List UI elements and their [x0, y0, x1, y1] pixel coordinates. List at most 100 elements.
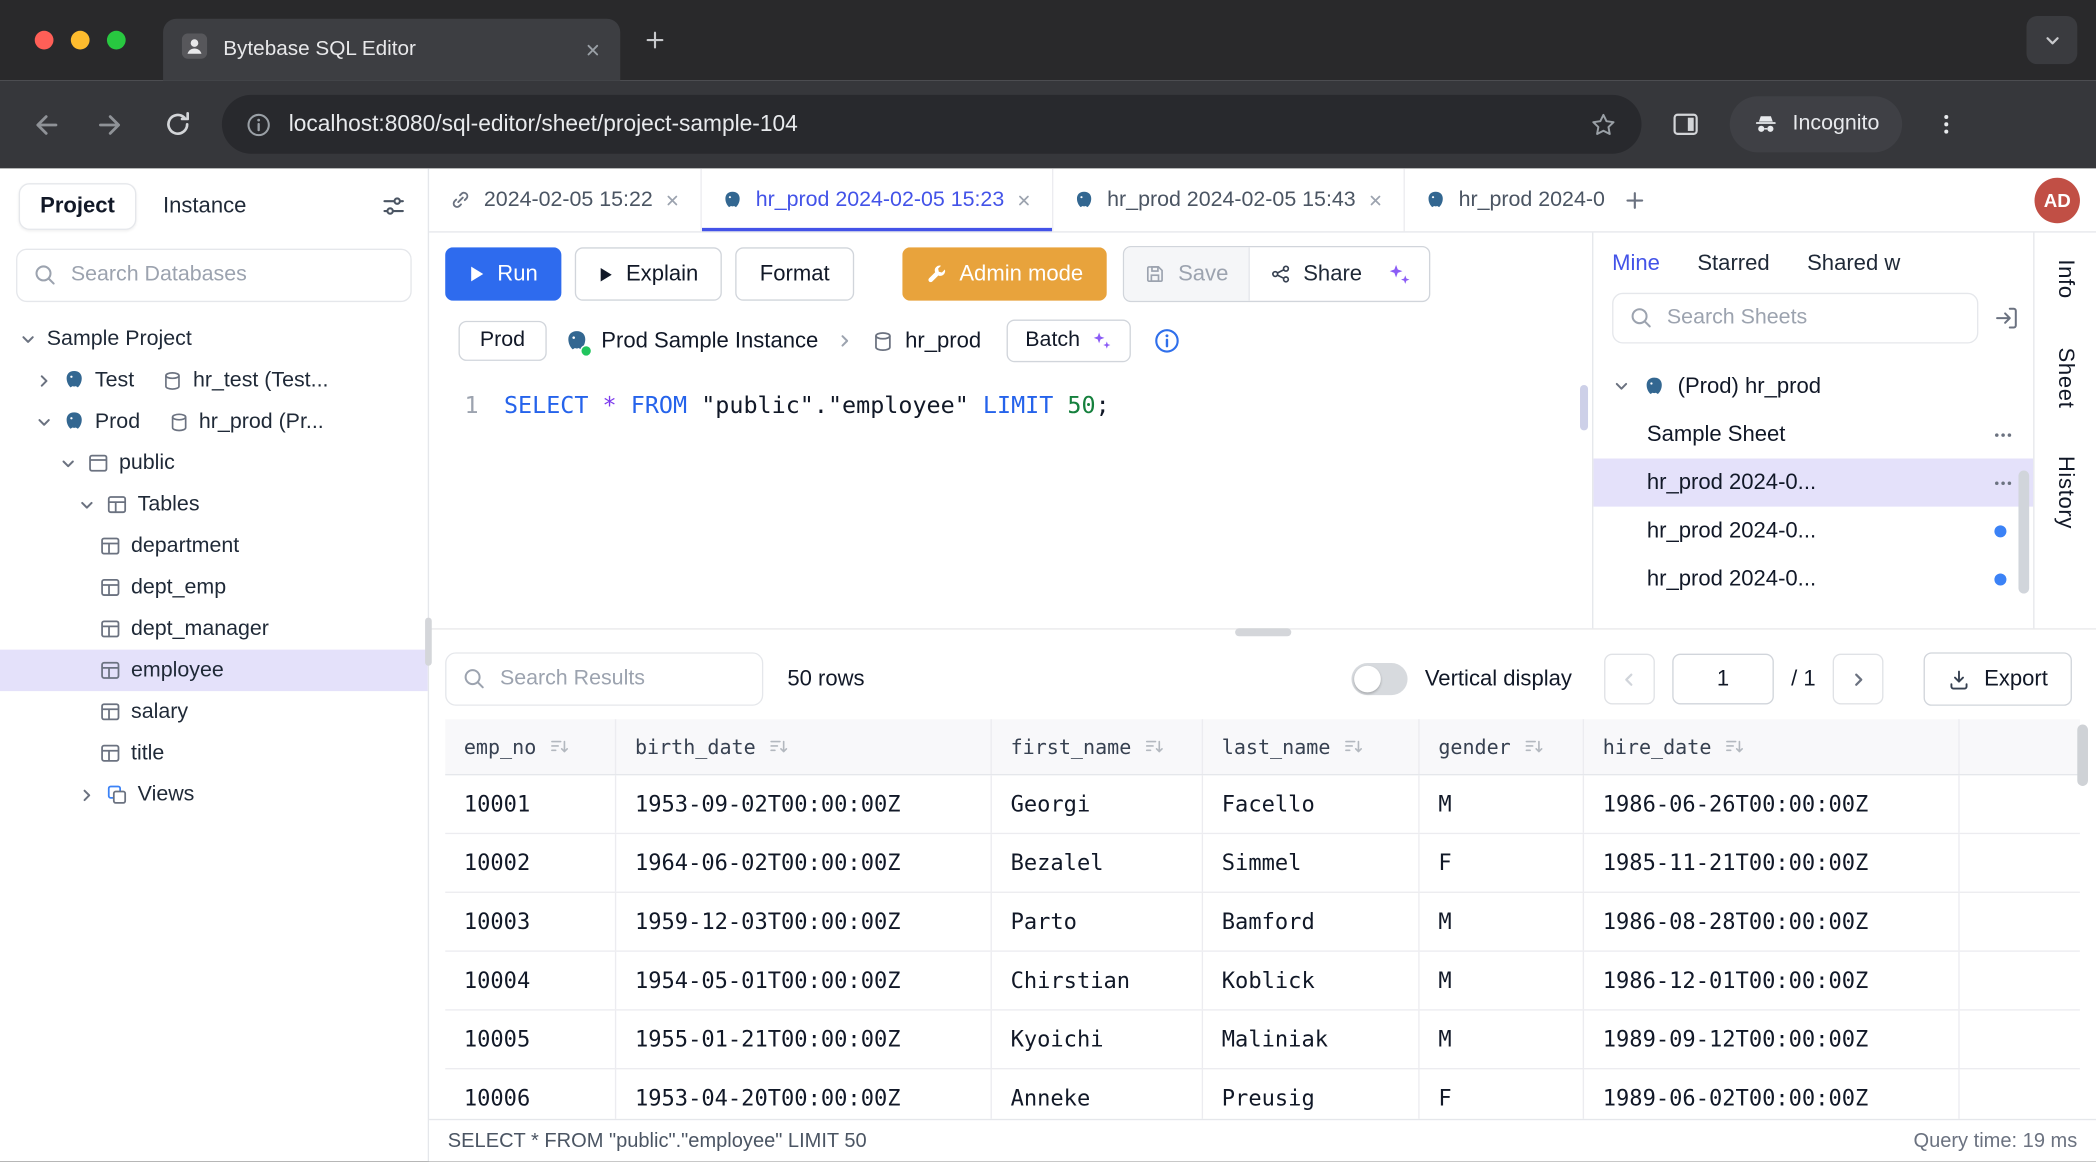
cell[interactable]: 1953-04-20T00:00:00Z: [616, 1069, 992, 1118]
collapse-panel-icon[interactable]: [1993, 305, 2020, 332]
prev-page-button[interactable]: [1604, 654, 1655, 705]
tab-info[interactable]: Info: [2053, 259, 2078, 298]
results-search-input[interactable]: [445, 652, 763, 705]
cell[interactable]: Parto: [992, 893, 1203, 950]
sheet-tab[interactable]: hr_prod 2024-0: [1405, 168, 1605, 231]
cell[interactable]: 1954-05-01T00:00:00Z: [616, 952, 992, 1009]
sql-editor[interactable]: 1 SELECT * FROM "public"."employee" LIMI…: [429, 380, 1592, 629]
database-search-input[interactable]: [16, 249, 412, 302]
close-sheet-tab-icon[interactable]: [665, 192, 681, 208]
column-header[interactable]: birth_date: [616, 719, 992, 774]
sheet-menu-icon[interactable]: [1992, 423, 2015, 446]
cell[interactable]: 1964-06-02T00:00:00Z: [616, 834, 992, 891]
caret-right-icon[interactable]: [78, 785, 97, 804]
close-sheet-tab-icon[interactable]: [1016, 192, 1032, 208]
tree-item-table[interactable]: dept_manager: [0, 608, 428, 649]
cell[interactable]: 1959-12-03T00:00:00Z: [616, 893, 992, 950]
browser-menu-icon[interactable]: [1923, 102, 1968, 147]
cell[interactable]: 10003: [445, 893, 616, 950]
caret-right-icon[interactable]: [35, 371, 54, 390]
page-input[interactable]: [1672, 654, 1774, 705]
cell[interactable]: M: [1420, 1011, 1584, 1068]
tab-sheet[interactable]: Sheet: [2053, 347, 2078, 408]
tree-item-table[interactable]: salary: [0, 691, 428, 732]
sheet-item[interactable]: hr_prod 2024-0...: [1593, 555, 2033, 603]
tab-project[interactable]: Project: [19, 183, 137, 230]
column-header[interactable]: first_name: [992, 719, 1203, 774]
close-tab-icon[interactable]: [584, 41, 601, 58]
tab-history[interactable]: History: [2053, 456, 2078, 529]
tree-item-tables-group[interactable]: Tables: [0, 484, 428, 525]
cell[interactable]: 10005: [445, 1011, 616, 1068]
new-sheet-button[interactable]: [1605, 168, 1664, 231]
cell[interactable]: 10004: [445, 952, 616, 1009]
tab-instance[interactable]: Instance: [163, 194, 246, 219]
cell[interactable]: Chirstian: [992, 952, 1203, 1009]
cell[interactable]: 10006: [445, 1069, 616, 1118]
cell[interactable]: Anneke: [992, 1069, 1203, 1118]
tab-mine[interactable]: Mine: [1612, 251, 1660, 276]
run-button[interactable]: Run: [445, 247, 562, 300]
bookmark-star-icon[interactable]: [1589, 110, 1617, 138]
tree-item-table[interactable]: title: [0, 733, 428, 774]
address-bar[interactable]: localhost:8080/sql-editor/sheet/project-…: [222, 95, 1642, 154]
column-header[interactable]: last_name: [1203, 719, 1420, 774]
cell[interactable]: Facello: [1203, 775, 1420, 832]
forward-button[interactable]: [88, 102, 133, 147]
tree-item-table-selected[interactable]: employee: [0, 650, 428, 691]
cell[interactable]: Bezalel: [992, 834, 1203, 891]
sheet-item-selected[interactable]: hr_prod 2024-0...: [1593, 459, 2033, 507]
cell[interactable]: 10001: [445, 775, 616, 832]
sheet-tab-active[interactable]: hr_prod 2024-02-05 15:23: [702, 168, 1053, 231]
cell[interactable]: Bamford: [1203, 893, 1420, 950]
cell[interactable]: 10002: [445, 834, 616, 891]
table-row[interactable]: 10001 1953-09-02T00:00:00Z Georgi Facell…: [445, 775, 2080, 834]
cell[interactable]: M: [1420, 893, 1584, 950]
filter-settings-icon[interactable]: [381, 194, 406, 219]
format-button[interactable]: Format: [736, 247, 854, 300]
back-button[interactable]: [21, 102, 66, 147]
browser-tab[interactable]: Bytebase SQL Editor: [163, 19, 620, 80]
caret-down-icon[interactable]: [35, 412, 54, 431]
sheets-scrollbar[interactable]: [2018, 471, 2029, 594]
sheet-item[interactable]: Sample Sheet: [1593, 410, 2033, 458]
column-header[interactable]: hire_date: [1584, 719, 1960, 774]
tree-item-instance-prod[interactable]: Prod hr_prod (Pr...: [0, 401, 428, 442]
cell[interactable]: M: [1420, 952, 1584, 1009]
tree-item-instance-test[interactable]: Test hr_test (Test...: [0, 360, 428, 401]
instance-selector[interactable]: Prod Sample Instance: [564, 328, 818, 353]
sheet-item[interactable]: hr_prod 2024-0...: [1593, 507, 2033, 555]
close-window-button[interactable]: [35, 31, 54, 50]
sidebar-resize-handle[interactable]: [425, 618, 432, 666]
save-button[interactable]: Save: [1125, 247, 1250, 300]
site-info-icon[interactable]: [246, 112, 271, 137]
table-row[interactable]: 10006 1953-04-20T00:00:00Z Anneke Preusi…: [445, 1069, 2080, 1118]
sheets-search-input[interactable]: [1612, 293, 1978, 344]
new-tab-button[interactable]: [628, 13, 681, 66]
cell[interactable]: F: [1420, 1069, 1584, 1118]
cell[interactable]: 1986-12-01T00:00:00Z: [1584, 952, 1960, 1009]
splitter-handle[interactable]: [1234, 628, 1290, 636]
results-splitter[interactable]: [429, 628, 2096, 639]
next-page-button[interactable]: [1833, 654, 1884, 705]
cell[interactable]: Simmel: [1203, 834, 1420, 891]
reload-button[interactable]: [155, 102, 200, 147]
results-scrollbar[interactable]: [2077, 725, 2088, 786]
table-row[interactable]: 10002 1964-06-02T00:00:00Z Bezalel Simme…: [445, 834, 2080, 893]
batch-button[interactable]: Batch: [1007, 319, 1131, 362]
sheet-tab[interactable]: 2024-02-05 15:22: [429, 168, 702, 231]
cell[interactable]: 1986-06-26T00:00:00Z: [1584, 775, 1960, 832]
cell[interactable]: Kyoichi: [992, 1011, 1203, 1068]
admin-mode-button[interactable]: Admin mode: [902, 247, 1107, 300]
side-panel-icon[interactable]: [1663, 102, 1708, 147]
cell[interactable]: 1986-08-28T00:00:00Z: [1584, 893, 1960, 950]
export-button[interactable]: Export: [1924, 652, 2072, 705]
minimize-window-button[interactable]: [71, 31, 90, 50]
tree-item-table[interactable]: dept_emp: [0, 567, 428, 608]
cell[interactable]: M: [1420, 775, 1584, 832]
cell[interactable]: 1985-11-21T00:00:00Z: [1584, 834, 1960, 891]
column-header[interactable]: gender: [1420, 719, 1584, 774]
cell[interactable]: 1989-09-12T00:00:00Z: [1584, 1011, 1960, 1068]
tree-item-schema-public[interactable]: public: [0, 442, 428, 483]
table-row[interactable]: 10004 1954-05-01T00:00:00Z Chirstian Kob…: [445, 952, 2080, 1011]
